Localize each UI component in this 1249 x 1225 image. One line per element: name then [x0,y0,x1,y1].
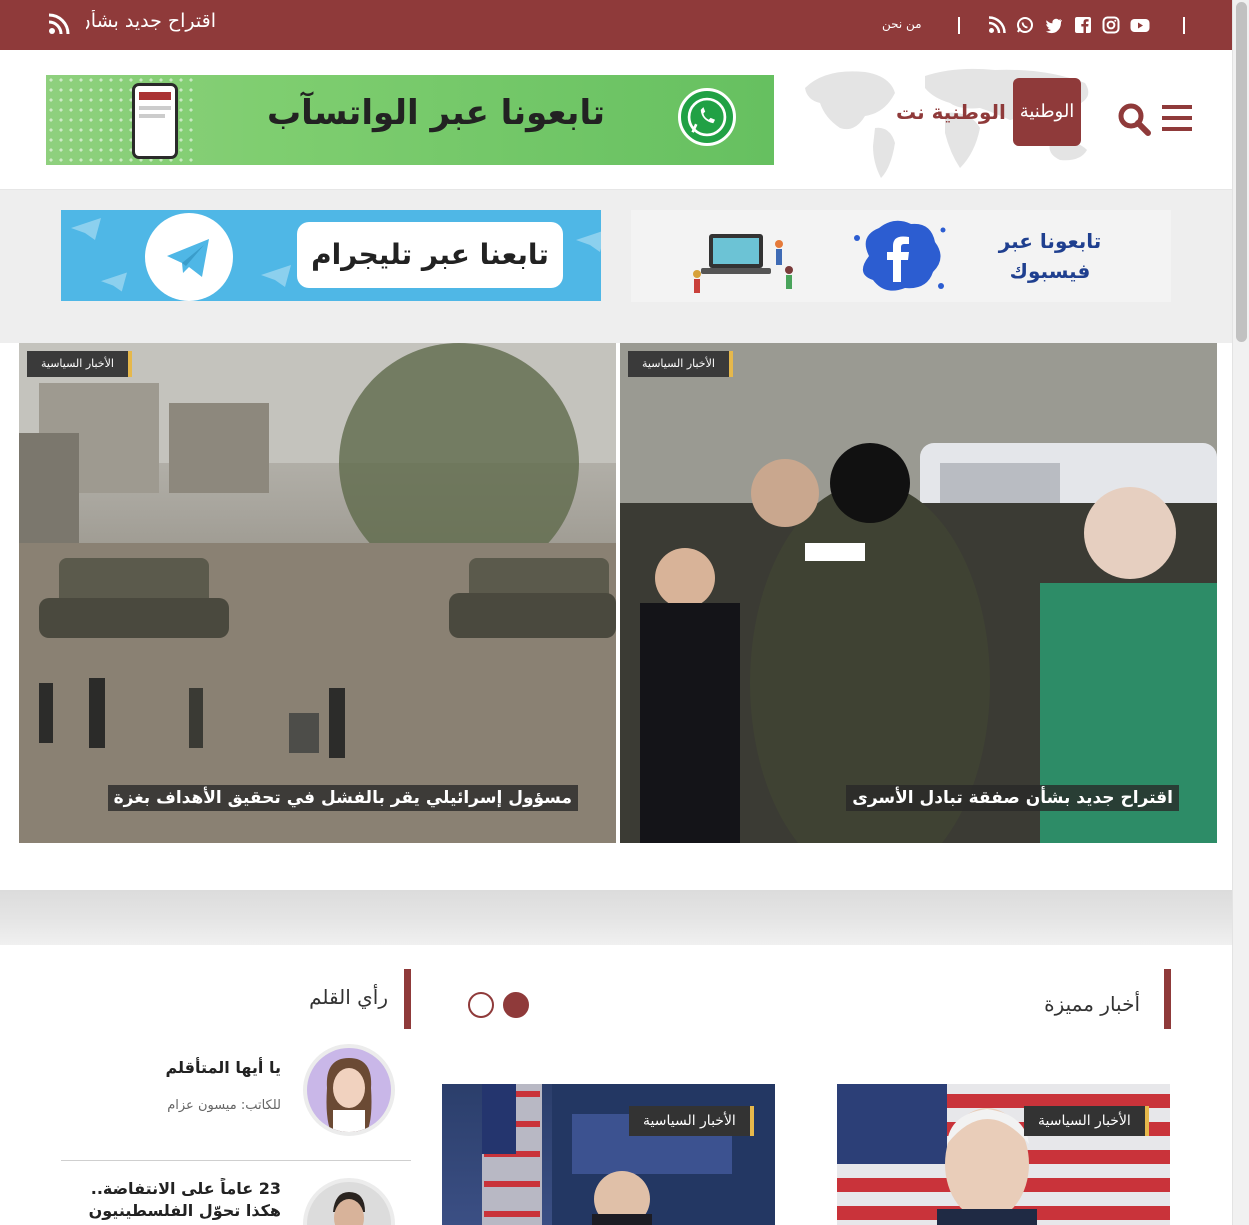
opinion-title[interactable]: 23 عاماً على الانتفاضة.. هكذا تحوّل الفل… [81,1178,281,1222]
hamburger-menu-icon[interactable] [1162,105,1192,131]
telegram-logo [145,213,233,301]
whatsapp-banner[interactable]: تابعونا عبر الواتسآب [46,75,774,165]
site-logo-text: الوطنية [1019,101,1075,122]
hero-story[interactable]: الأخبار السياسية مسؤول إسرائيلي يقر بالف… [19,343,616,843]
category-badge[interactable]: الأخبار السياسية [628,351,733,377]
slider-dot-active[interactable] [503,992,529,1018]
telegram-icon [167,239,209,277]
author-photo [307,1182,391,1225]
facebook-banner-text: تابعونا عبر فيسبوك [985,226,1115,286]
slider-dot[interactable] [468,992,494,1018]
telegram-banner[interactable]: تابعنا عبر تليجرام [61,210,601,301]
featured-story[interactable]: الأخبار السياسية [442,1084,775,1225]
opinion-title[interactable]: يا أيها المتأقلم [61,1058,281,1077]
facebook-icon[interactable] [1074,16,1092,34]
opinion-item[interactable]: يا أيها المتأقلم للكاتب: ميسون عزام [61,1044,411,1144]
search-icon[interactable] [1117,102,1151,136]
section-divider-band [0,890,1232,945]
page-scrollbar[interactable] [1232,0,1249,1225]
top-bar: اقتراح جديد بشأن صفقة تبادل الأسرى من نح… [0,0,1232,50]
whatsapp-logo-icon [678,88,736,146]
author-photo [307,1048,391,1132]
category-badge[interactable]: الأخبار السياسية [1024,1106,1149,1136]
hero-story[interactable]: الأخبار السياسية اقتراح جديد بشأن صفقة ت… [620,343,1217,843]
facebook-icon [854,220,946,291]
opinion-section-title: رأي القلم [309,985,388,1009]
opinion-item[interactable]: 23 عاماً على الانتفاضة.. هكذا تحوّل الفل… [61,1178,411,1225]
facebook-banner-line1: تابعونا عبر [998,229,1102,253]
list-divider [61,1160,411,1161]
about-link[interactable]: من نحن [882,17,922,31]
divider [1183,17,1185,34]
whatsapp-banner-text: تابعونا عبر الواتسآب [267,93,605,133]
story-image [19,343,616,843]
site-name[interactable]: الوطنية نت [896,100,1006,124]
avatar[interactable] [303,1178,395,1225]
rss-icon[interactable] [48,13,70,35]
scrollbar-thumb[interactable] [1236,2,1247,342]
story-headline[interactable]: مسؤول إسرائيلي يقر بالفشل في تحقيق الأهد… [107,785,578,811]
section-accent-bar [404,969,411,1029]
category-badge[interactable]: الأخبار السياسية [629,1106,754,1136]
site-header: تابعونا عبر الواتسآب الوطنية نت الوطنية [0,50,1232,190]
facebook-banner[interactable]: تابعونا عبر فيسبوك [631,210,1171,302]
news-ticker-text[interactable]: اقتراح جديد بشأن صفقة تبادل الأسرى [86,10,216,32]
phone-graphic [132,83,178,159]
featured-section-title: أخبار مميزة [1044,992,1140,1016]
rss-icon[interactable] [988,16,1006,34]
featured-story[interactable]: الأخبار السياسية [837,1084,1170,1225]
divider [958,17,960,34]
news-ticker[interactable]: اقتراح جديد بشأن صفقة تبادل الأسرى [86,10,216,38]
laptop-people-graphic [693,234,793,293]
story-headline[interactable]: اقتراح جديد بشأن صفقة تبادل الأسرى [846,785,1179,811]
site-logo[interactable]: الوطنية [1013,78,1081,146]
twitter-icon[interactable] [1045,16,1063,34]
whatsapp-icon[interactable] [1016,16,1034,34]
telegram-banner-text: تابعنا عبر تليجرام [297,222,563,288]
section-accent-bar [1164,969,1171,1029]
social-banners-strip: تابعنا عبر تليجرام تابعونا عبر فيسبوك [0,190,1232,343]
avatar[interactable] [303,1044,395,1136]
opinion-author[interactable]: للكاتب: ميسون عزام [61,1098,281,1113]
youtube-icon[interactable] [1130,16,1150,34]
category-badge[interactable]: الأخبار السياسية [27,351,132,377]
facebook-banner-line2: فيسبوك [1009,259,1091,283]
story-image [620,343,1217,843]
instagram-icon[interactable] [1102,16,1120,34]
